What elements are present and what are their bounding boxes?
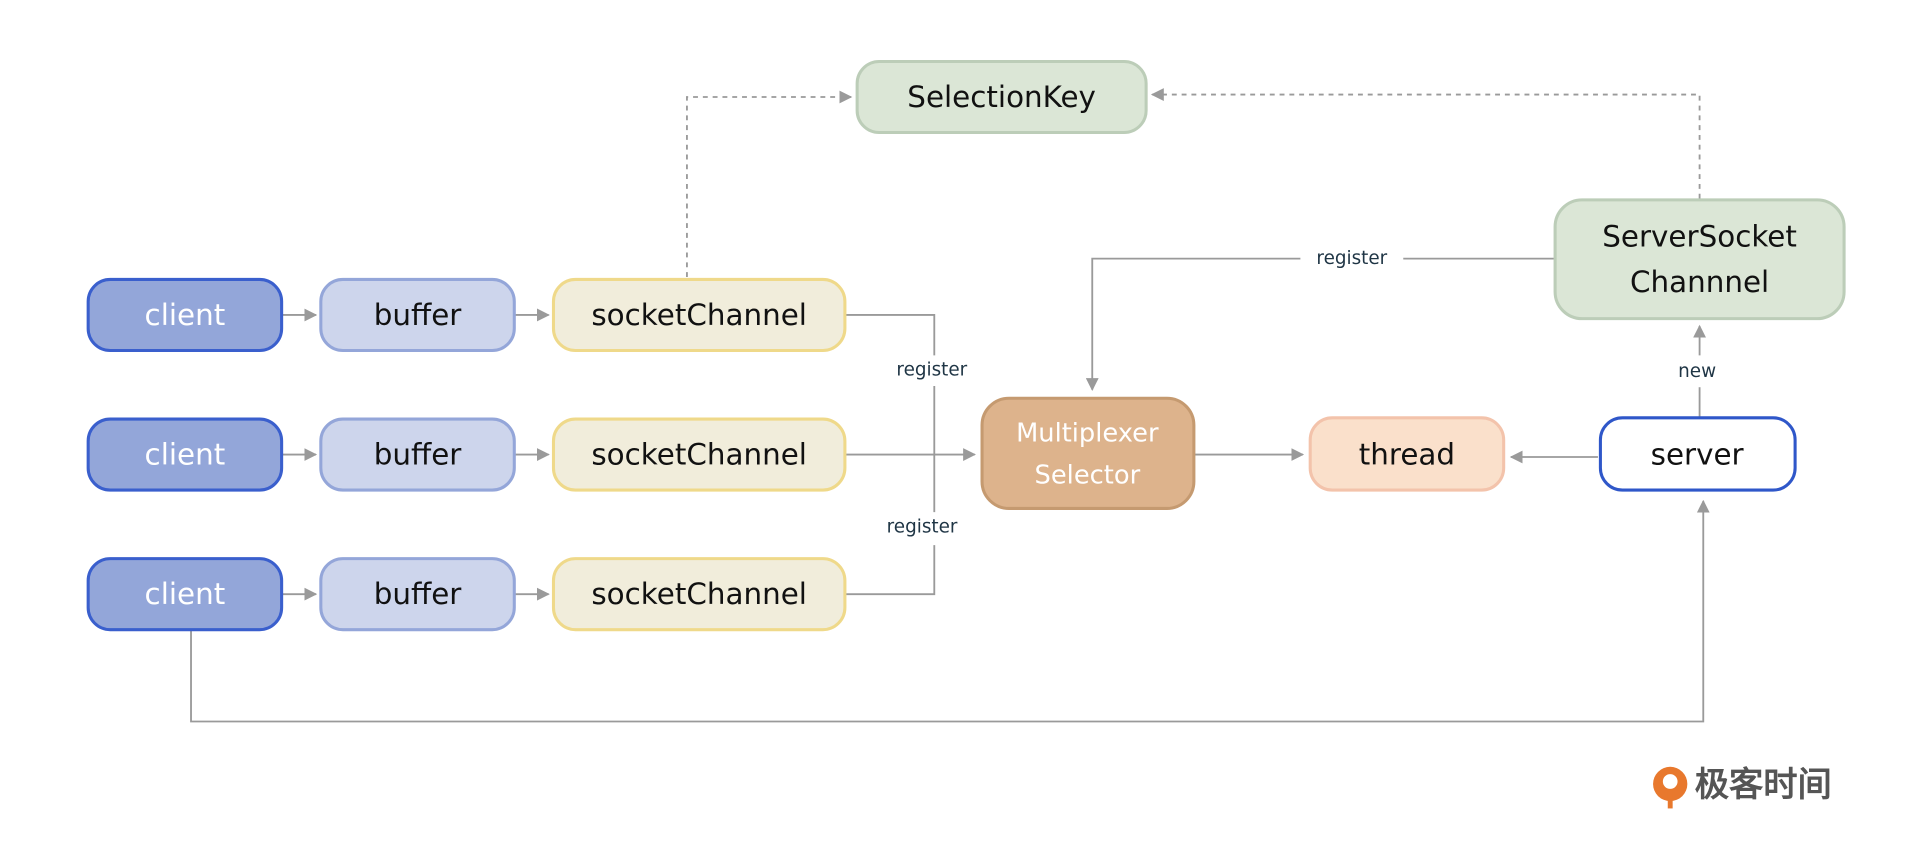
buffer-node: buffer [319,277,516,353]
thread-label: thread [1359,438,1455,472]
buffer-label: buffer [374,577,463,611]
edge-register-multiplexer [1085,257,1301,391]
selection-key-node: SelectionKey [855,59,1148,135]
server-label: server [1651,438,1745,472]
server-socket-channel-label: ServerSocket [1602,220,1797,254]
server-node: server [1598,416,1797,492]
logo-text: 极客时间 [1695,765,1832,805]
socket-channel-node: socketChannel [551,277,847,353]
geektime-logo: 极客时间 [1653,765,1832,809]
register-label: register [896,360,967,381]
client-node: client [86,277,284,353]
client-node: client [86,557,284,632]
buffer-label: buffer [374,298,463,332]
client-node: client [86,417,284,492]
multiplexer-selector-node: Multiplexer Selector [980,396,1196,510]
edge-socket3-register [844,545,936,596]
client-label: client [145,438,226,472]
new-label: new [1678,361,1716,382]
register-label: register [887,516,958,537]
buffer-label: buffer [374,438,463,472]
socket-channel-label: socketChannel [591,298,807,332]
socket-channel-node: socketChannel [551,417,847,492]
socket-channel-label: socketChannel [591,577,807,611]
socket-channel-node: socketChannel [551,557,847,632]
buffer-node: buffer [319,417,516,492]
client-label: client [145,577,226,611]
buffer-node: buffer [319,557,516,632]
selector-label: Selector [1035,460,1141,490]
nio-diagram: register register register new client cl… [86,59,1846,809]
server-socket-channel-node: ServerSocket Channnel [1553,198,1846,321]
socket-channel-label: socketChannel [591,438,807,472]
register-label: register [1316,248,1387,269]
server-socket-channel-label: Channnel [1630,265,1769,299]
client-label: client [145,298,226,332]
thread-node: thread [1308,416,1506,492]
edge-socket1-register [844,314,936,356]
selection-key-label: SelectionKey [907,80,1096,114]
multiplexer-label: Multiplexer [1016,419,1159,449]
edge-socket-selectionkey [686,90,853,278]
edge-serversocket-selectionkey [1150,88,1701,199]
